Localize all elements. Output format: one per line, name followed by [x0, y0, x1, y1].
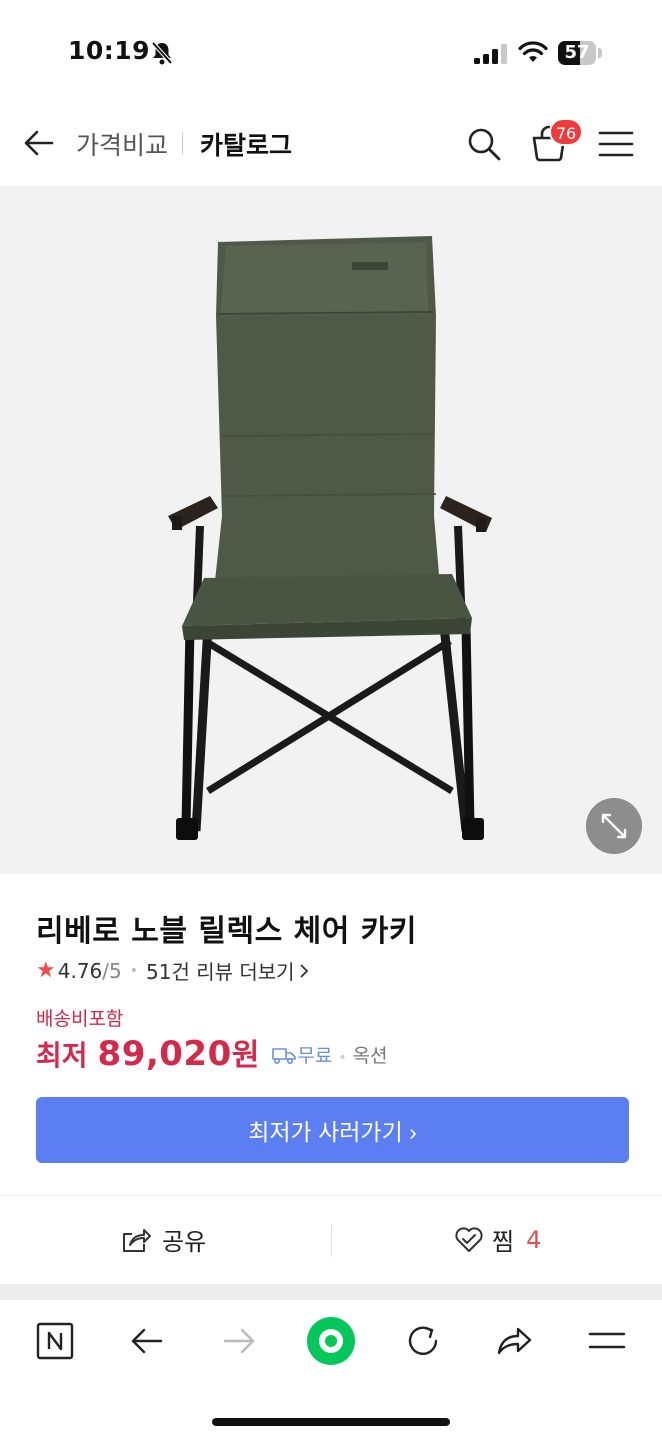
bell-muted-icon	[151, 41, 173, 65]
share-page-icon[interactable]	[496, 1324, 534, 1358]
cellular-signal-icon	[474, 44, 507, 64]
battery-percent: 57	[564, 42, 590, 63]
divider	[0, 1195, 662, 1196]
share-icon	[123, 1228, 151, 1252]
wifi-icon	[518, 41, 548, 62]
star-icon: ★	[36, 958, 56, 983]
wishlist-button[interactable]: 찜 4	[454, 1222, 541, 1257]
hamburger-icon[interactable]	[598, 130, 634, 158]
truck-icon	[272, 1047, 297, 1064]
clock: 10:19	[68, 36, 151, 65]
seller-name: 옥션	[352, 1045, 388, 1067]
price-unit: 원	[231, 1038, 260, 1073]
browser-forward-icon[interactable]	[222, 1326, 256, 1356]
chevron-right-icon	[299, 963, 308, 978]
battery-cap	[598, 48, 602, 58]
buy-lowest-price-button[interactable]: 최저가 사러가기 ›	[36, 1097, 629, 1163]
search-icon[interactable]	[466, 126, 502, 162]
free-shipping-label: 무료	[297, 1045, 333, 1067]
wishlist-count: 4	[526, 1225, 542, 1254]
expand-icon[interactable]	[586, 798, 642, 854]
top-navigation: 가격비교 카탈로그 76	[0, 100, 662, 186]
breadcrumb-divider	[182, 132, 183, 154]
green-dot-icon[interactable]	[306, 1316, 356, 1366]
free-shipping: 무료	[271, 1041, 332, 1074]
breadcrumb-price-compare[interactable]: 가격비교	[76, 126, 168, 162]
share-label: 공유	[162, 1228, 207, 1256]
home-indicator	[212, 1418, 450, 1426]
reload-icon[interactable]	[404, 1322, 442, 1360]
separator-dot: •	[338, 1050, 347, 1066]
browser-menu-icon[interactable]	[588, 1330, 626, 1352]
heart-icon	[455, 1226, 483, 1252]
reviews-link[interactable]: 51건 리뷰 더보기	[146, 956, 295, 985]
share-button[interactable]: 공유	[120, 1222, 206, 1257]
naver-home-icon[interactable]	[36, 1322, 74, 1360]
rating-value: 4.76	[57, 958, 103, 983]
arrow-left-icon[interactable]	[22, 128, 56, 158]
status-bar: 10:19 57	[0, 0, 662, 100]
rating-max: /5	[102, 958, 122, 983]
chair-image	[168, 236, 492, 840]
separator-dot: •	[129, 962, 138, 979]
product-image[interactable]	[0, 186, 662, 874]
action-divider	[331, 1225, 332, 1257]
battery-indicator: 57	[558, 41, 596, 65]
cart-count-badge: 76	[549, 118, 583, 146]
price-value: 89,020	[97, 1034, 232, 1074]
rating-row: ★ 4.76 /5 • 51건 리뷰 더보기	[36, 956, 309, 985]
shipping-included-label: 배송비포함	[36, 1008, 124, 1030]
wishlist-label: 찜	[492, 1228, 515, 1256]
section-separator	[0, 1284, 662, 1300]
product-title: 리베로 노블 릴렉스 체어 카키	[36, 914, 417, 949]
browser-back-icon[interactable]	[130, 1326, 164, 1356]
price-row: 최저 89,020 원 무료 • 옥션	[36, 1030, 388, 1074]
breadcrumb-catalog[interactable]: 카탈로그	[200, 126, 292, 162]
lowest-label: 최저	[36, 1039, 88, 1072]
